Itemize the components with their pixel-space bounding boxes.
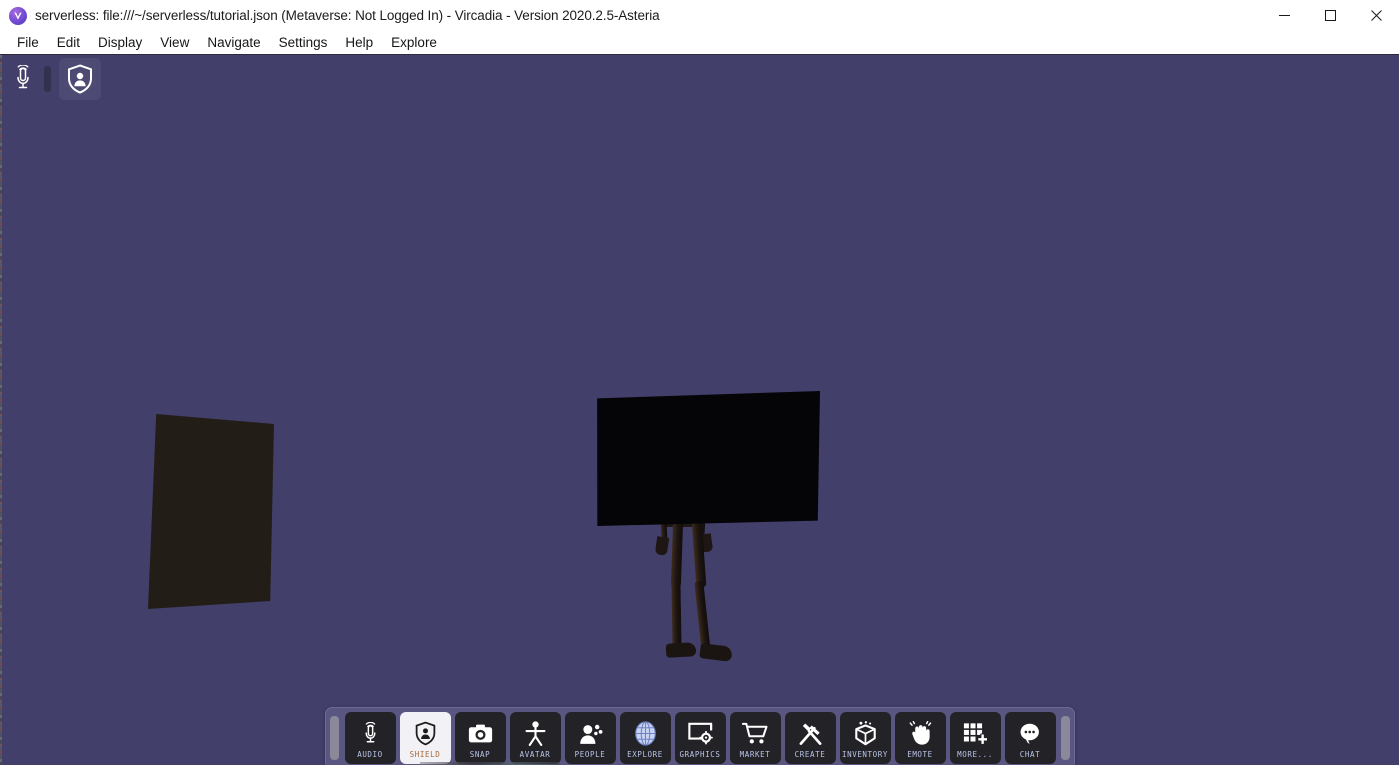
menu-item-edit[interactable]: Edit — [48, 32, 89, 54]
maximize-button[interactable] — [1307, 0, 1353, 31]
toolbar-label-chat: CHAT — [1020, 750, 1040, 759]
microphone-icon — [361, 721, 380, 747]
minimize-icon — [1279, 10, 1290, 21]
menu-item-settings[interactable]: Settings — [270, 32, 337, 54]
mic-level-meter — [44, 66, 51, 92]
grid-plus-icon — [963, 721, 988, 747]
window-controls — [1261, 0, 1399, 31]
person-icon — [525, 721, 546, 747]
toolbar-label-snap: SNAP — [470, 750, 490, 759]
toolbar-label-shield: SHIELD — [410, 750, 441, 759]
toolbar-button-market[interactable]: MARKET — [730, 712, 781, 764]
menu-bar: File Edit Display View Navigate Settings… — [0, 31, 1399, 55]
people-icon — [578, 721, 603, 747]
vircadia-logo-icon — [9, 7, 27, 25]
toolbar-label-more: EMOTE — [907, 750, 933, 759]
toolbar-scroll-left[interactable] — [330, 716, 339, 760]
hud-top-left — [6, 58, 101, 100]
window-title: serverless: file:///~/serverless/tutoria… — [35, 8, 660, 23]
avatar-figure[interactable] — [596, 391, 826, 667]
vircadia-window: serverless: file:///~/serverless/tutoria… — [0, 0, 1399, 765]
hammer-wrench-icon — [798, 721, 823, 747]
close-icon — [1371, 10, 1382, 21]
camera-icon — [468, 721, 493, 747]
toolbar-label-avatar: AVATAR — [520, 750, 551, 759]
toolbar-label-emote: MORE... — [957, 750, 993, 759]
box-icon — [854, 721, 877, 747]
shopping-cart-icon — [742, 721, 768, 747]
microphone-icon — [12, 65, 34, 93]
toolbar-button-emote[interactable]: EMOTE — [895, 712, 946, 764]
monitor-gear-icon — [688, 721, 713, 747]
toolbar-button-list: AUDIO SHIELD — [339, 712, 1061, 764]
toolbar-button-snap[interactable]: SNAP — [455, 712, 506, 764]
toolbar-button-graphics[interactable]: GRAPHICS — [675, 712, 726, 764]
toolbar-label-audio: AUDIO — [357, 750, 383, 759]
close-button[interactable] — [1353, 0, 1399, 31]
toolbar-button-people[interactable]: PEOPLE — [565, 712, 616, 764]
menu-item-navigate[interactable]: Navigate — [198, 32, 269, 54]
waving-hand-icon — [908, 721, 933, 747]
toolbar-label-market: MARKET — [740, 750, 771, 759]
hud-mic-toggle[interactable] — [6, 58, 40, 100]
globe-icon — [634, 721, 657, 747]
maximize-icon — [1325, 10, 1336, 21]
toolbar-button-more[interactable]: MORE... — [950, 712, 1001, 764]
menu-item-file[interactable]: File — [8, 32, 48, 54]
3d-viewport[interactable]: AUDIO SHIELD — [0, 55, 1399, 765]
shield-person-icon — [415, 721, 436, 747]
dark-panel-front-entity[interactable] — [596, 391, 820, 526]
toolbar-button-chat[interactable]: CHAT — [1005, 712, 1056, 764]
tablet-toolbar: AUDIO SHIELD — [325, 707, 1075, 765]
toolbar-button-explore[interactable]: EXPLORE — [620, 712, 671, 764]
toolbar-label-explore: EXPLORE — [627, 750, 663, 759]
menu-item-explore[interactable]: Explore — [382, 32, 446, 54]
window-edge-artifact — [0, 55, 2, 765]
speech-bubble-icon — [1018, 721, 1042, 747]
toolbar-label-inventory: INVENTORY — [842, 750, 888, 759]
toolbar-label-people: PEOPLE — [575, 750, 606, 759]
minimize-button[interactable] — [1261, 0, 1307, 31]
toolbar-button-inventory[interactable]: INVENTORY — [840, 712, 891, 764]
hud-shield-toggle[interactable] — [59, 58, 101, 100]
toolbar-label-create: CREATE — [795, 750, 826, 759]
menu-item-display[interactable]: Display — [89, 32, 151, 54]
toolbar-scroll-right[interactable] — [1061, 716, 1070, 760]
toolbar-button-shield[interactable]: SHIELD — [400, 712, 451, 764]
menu-item-view[interactable]: View — [151, 32, 198, 54]
toolbar-button-create[interactable]: CREATE — [785, 712, 836, 764]
dark-panel-left-entity[interactable] — [148, 409, 274, 609]
menu-item-help[interactable]: Help — [336, 32, 382, 54]
toolbar-button-audio[interactable]: AUDIO — [345, 712, 396, 764]
toolbar-button-avatar[interactable]: AVATAR — [510, 712, 561, 764]
title-bar: serverless: file:///~/serverless/tutoria… — [0, 0, 1399, 31]
toolbar-label-graphics: GRAPHICS — [680, 750, 721, 759]
shield-person-icon — [67, 64, 93, 94]
